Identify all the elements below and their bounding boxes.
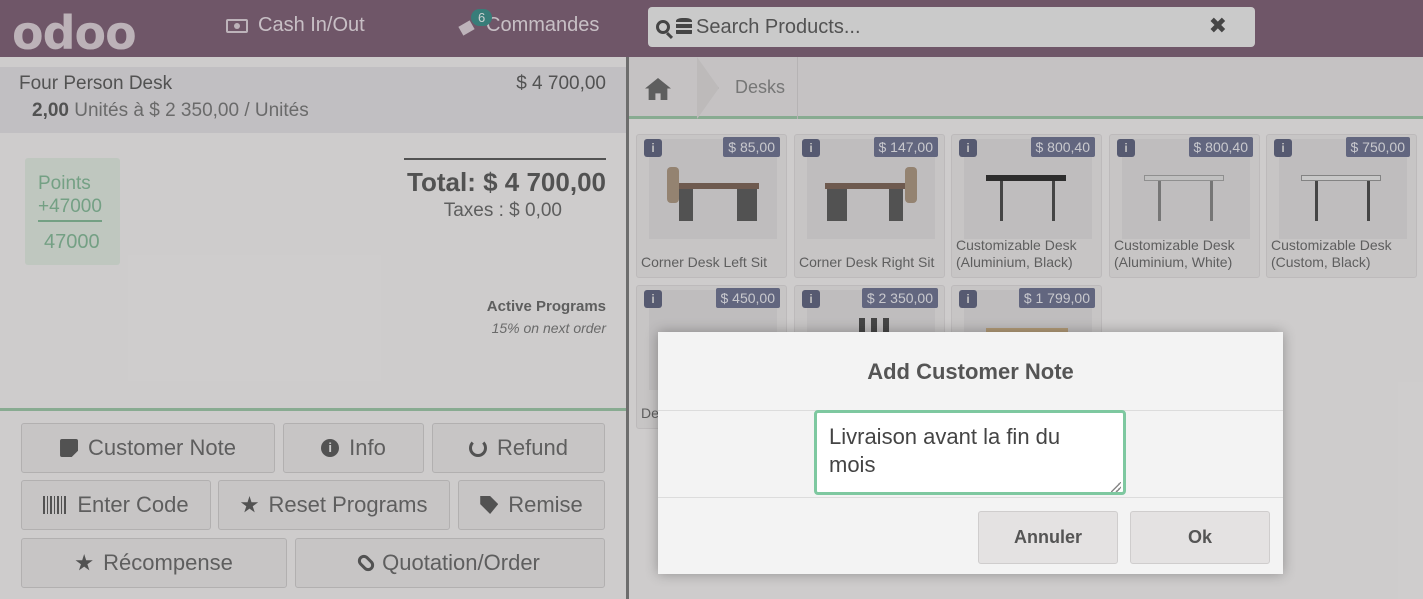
customer-note-dialog: Add Customer Note Livraison avant la fin… bbox=[658, 332, 1283, 574]
ok-button[interactable]: Ok bbox=[1130, 511, 1270, 564]
customer-note-textarea[interactable]: Livraison avant la fin du mois bbox=[814, 410, 1126, 495]
dialog-body: Livraison avant la fin du mois bbox=[658, 410, 1283, 498]
dialog-title: Add Customer Note bbox=[658, 332, 1283, 411]
cancel-button[interactable]: Annuler bbox=[978, 511, 1118, 564]
resize-handle-icon[interactable] bbox=[1111, 482, 1121, 492]
